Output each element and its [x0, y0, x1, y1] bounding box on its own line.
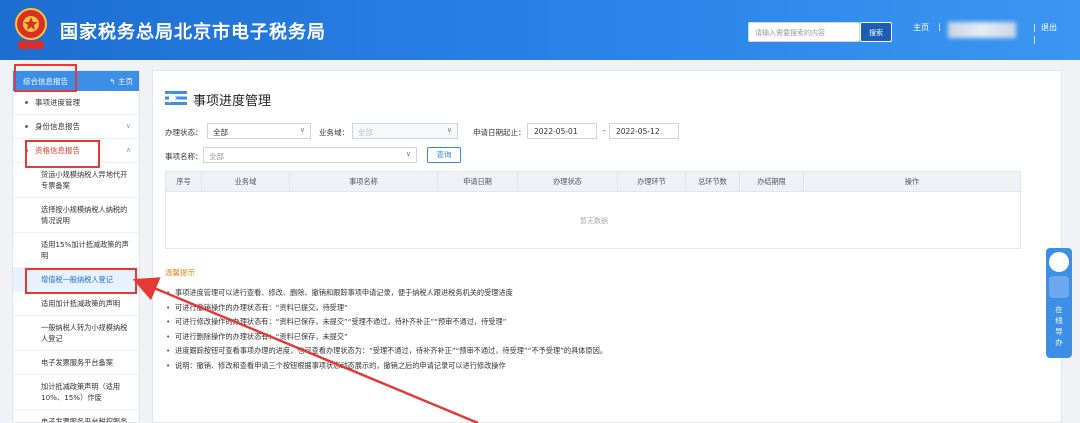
status-select[interactable]: 全部 ∨ [207, 123, 311, 139]
site-title: 国家税务总局北京市电子税务局 [60, 22, 326, 43]
sidebar-subitem[interactable]: 加计抵减政策声明（适用10%、15%）作废 [13, 375, 139, 410]
empty-state: 暂无数据 [580, 217, 608, 225]
column-header: 业务域 [202, 172, 290, 191]
home-link[interactable]: 主页 [913, 22, 929, 33]
tip-line: 进度跟踪按钮可查看事项办理的进度，也可查看办理状态为：“受理不通过，待补齐补正”… [165, 344, 1025, 359]
search-input[interactable]: 请输入需要搜索的内容 [748, 22, 860, 42]
user-name-blurred [948, 22, 1016, 38]
start-date-input[interactable]: 2022-05-01 [527, 123, 597, 139]
annotation-highlight-box [25, 140, 100, 168]
user-icon [1049, 252, 1069, 272]
sidebar-subitem[interactable]: 适用15%加计抵减政策的声明 [13, 233, 139, 268]
sidebar-subitem[interactable]: 电子发票服务平台备案 [13, 351, 139, 375]
query-button[interactable]: 查询 [427, 147, 461, 163]
tip-line: 可进行撤销操作的办理状态有：“资料已提交，待受理” [165, 301, 1025, 316]
exit-link[interactable]: 退出 [1041, 22, 1057, 33]
back-arrow-icon: ↰ [109, 76, 116, 86]
table-header: 序号 业务域 事项名称 申请日期 办理状态 办理环节 总环节数 办结期限 操作 [166, 172, 1020, 192]
chevron-up-icon: ∧ [125, 146, 131, 154]
sidebar-subitem[interactable]: 货运小规模纳税人异地代开专票备案 [13, 163, 139, 198]
main-panel: 事项进度管理 办理状态： 全部 ∨ 业务域： 全部 ∨ 申请日期起止： 2022-0… [152, 70, 1062, 423]
column-header: 总环节数 [686, 172, 740, 191]
tip-line: 可进行修改操作的办理状态有：“资料已保存，未提交”“受理不通过，待补齐补正”“预… [165, 315, 1025, 330]
online-guide-panel[interactable]: 在 线 导 办 [1046, 248, 1072, 358]
sidebar-item-progress[interactable]: 事项进度管理 [13, 91, 139, 115]
column-header: 办结期限 [740, 172, 804, 191]
chevron-down-icon: ∨ [125, 122, 131, 130]
column-header: 操作 [904, 177, 920, 186]
column-header: 办理状态 [518, 172, 618, 191]
domain-select[interactable]: 全部 ∨ [352, 123, 458, 139]
tips-list: 事项进度管理可以进行查看、修改、删除、撤销和跟踪事项申请记录，便于纳税人跟进税务… [165, 286, 1025, 373]
date-separator: - [603, 126, 606, 135]
chevron-down-icon: ∨ [446, 126, 452, 134]
domain-filter-label: 业务域： [319, 128, 349, 137]
column-header: 事项名称 [290, 172, 438, 191]
header-separator: | [938, 22, 941, 31]
list-icon [165, 91, 187, 105]
search-button[interactable]: 搜索 [860, 22, 892, 42]
robot-icon [1049, 276, 1069, 298]
tip-line: 可进行删除操作的办理状态有：“资料已保存，未提交” [165, 330, 1025, 345]
annotation-highlight-box [14, 64, 77, 92]
sidebar-subitem[interactable]: 选择按小规模纳税人纳税的情况说明 [13, 198, 139, 233]
progress-table: 序号 业务域 事项名称 申请日期 办理状态 办理环节 总环节数 办结期限 操作 … [165, 171, 1021, 249]
chevron-down-icon: ∨ [299, 126, 305, 134]
annotation-highlight-box [25, 268, 137, 294]
sidebar: 综合信息报告 ↰ 主页 事项进度管理 身份信息报告 ∨ 资格信息报告 ∧ 货运小… [12, 70, 140, 423]
column-header: 序号 [166, 172, 202, 191]
column-header: 办理环节 [618, 172, 686, 191]
sidebar-home-link[interactable]: ↰ 主页 [109, 76, 133, 87]
sidebar-subitem[interactable]: 一般纳税人转为小规模纳税人登记 [13, 316, 139, 351]
status-filter-label: 办理状态： [165, 128, 203, 137]
end-date-input[interactable]: 2022-05-12 [609, 123, 679, 139]
tip-line: 事项进度管理可以进行查看、修改、删除、撤销和跟踪事项申请记录，便于纳税人跟进税务… [165, 286, 1025, 301]
top-header: 国家税务总局北京市电子税务局 请输入需要搜索的内容 搜索 主页 | | | 退出 [0, 0, 1080, 60]
column-header: 申请日期 [438, 172, 518, 191]
item-name-label: 事项名称： [165, 152, 203, 161]
sidebar-subitem[interactable]: 电子发票服务平台税控服务 [13, 410, 139, 422]
tip-line: 说明：撤销、修改和查看申请三个按钮根据事项状态动态展示的，撤销之后的申请记录可以… [165, 359, 1025, 374]
online-guide-label: 在 线 导 办 [1055, 305, 1063, 347]
chevron-down-icon: ∨ [405, 150, 411, 158]
tax-emblem-logo [15, 8, 47, 49]
sidebar-item-identity[interactable]: 身份信息报告 ∨ [13, 115, 139, 139]
sidebar-subitem[interactable]: 适用加计抵减政策的声明 [13, 292, 139, 316]
date-range-label: 申请日期起止： [473, 128, 526, 137]
tips-title: 温馨提示 [165, 268, 195, 277]
item-name-select[interactable]: 全部 ∨ [203, 147, 417, 163]
header-separator: | | [1033, 23, 1036, 44]
bullet-icon [25, 101, 28, 104]
page-title: 事项进度管理 [193, 94, 272, 109]
bullet-icon [25, 125, 28, 128]
